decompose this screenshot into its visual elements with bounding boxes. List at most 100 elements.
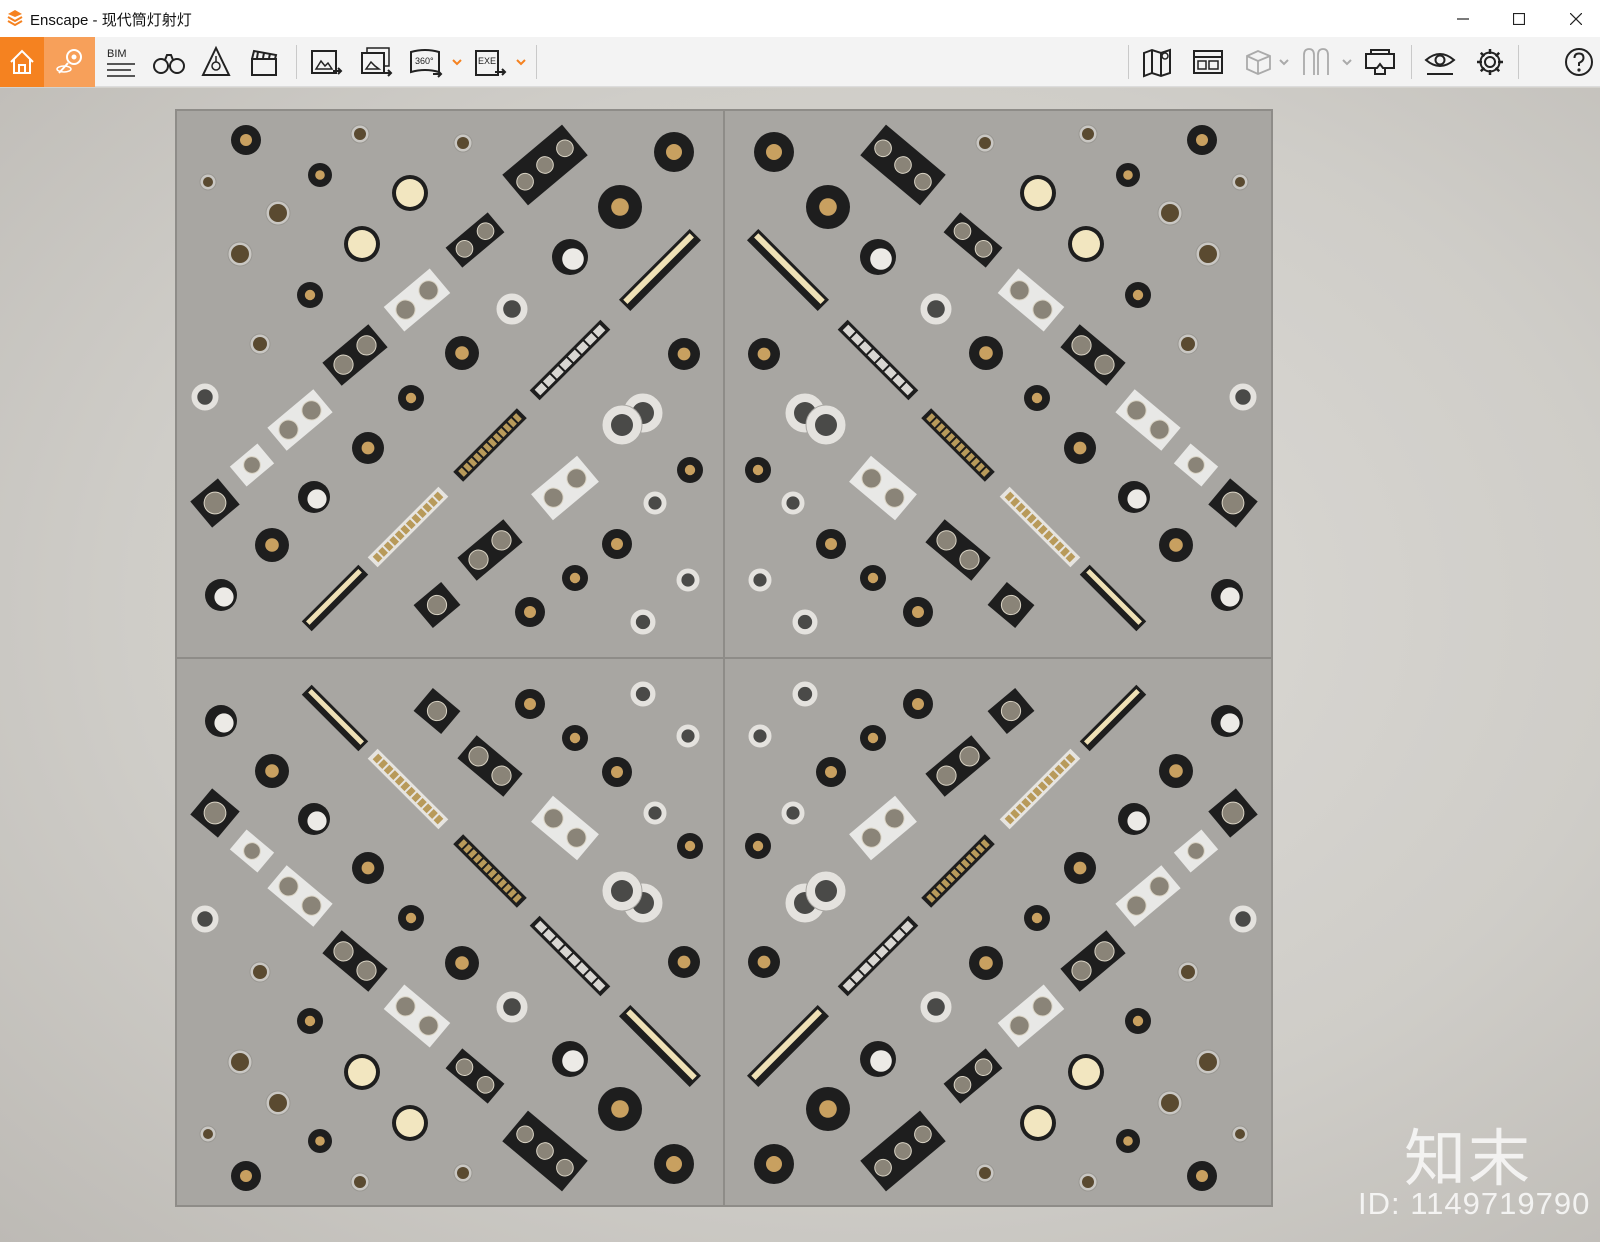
gear-icon: [1477, 49, 1503, 75]
vr-headset-button[interactable]: [1360, 37, 1400, 87]
eye-icon: [1424, 53, 1456, 75]
clapperboard-icon: [251, 49, 278, 76]
toolbar-separator: [1411, 45, 1412, 79]
binoculars-button[interactable]: [149, 37, 189, 87]
downlight-lens: [315, 170, 325, 180]
bim-icon: BIM: [107, 48, 135, 77]
downlight-lens: [867, 572, 879, 584]
visual-settings-button[interactable]: [44, 37, 95, 87]
watermark-id: ID: 1149719790: [1358, 1186, 1591, 1221]
settings-button[interactable]: [1470, 37, 1510, 87]
maximize-button[interactable]: [1496, 0, 1542, 37]
ceiling-panel: [723, 657, 1273, 1207]
spotlight-lens: [1220, 713, 1240, 733]
downlight-lens: [752, 464, 764, 476]
spotlight-lens: [354, 1176, 366, 1188]
ceiling-light-scene: [175, 109, 1273, 1207]
export-dropdown-chevron-icon[interactable]: [515, 57, 527, 67]
spotlight-lens: [1235, 1129, 1245, 1139]
enscape-logo-icon: [7, 10, 23, 27]
asset-library-button[interactable]: [196, 37, 236, 87]
toolbar-separator: [1518, 45, 1519, 79]
window-title: Enscape - 现代筒灯射灯: [30, 12, 192, 29]
ceiling-panel: [723, 109, 1273, 659]
spotlight-lens: [1181, 965, 1195, 979]
downlight-lens: [786, 806, 800, 820]
map-button[interactable]: [1138, 37, 1178, 87]
spotlight-lens: [203, 1129, 213, 1139]
vr-headset-icon: [1365, 49, 1395, 75]
spotlight-lens: [979, 1167, 991, 1179]
downlight-lens: [753, 573, 767, 587]
downlight-lens: [766, 144, 782, 160]
downlight-lens: [819, 198, 837, 216]
spotlight-lens: [354, 128, 366, 140]
downlight-lens: [1072, 230, 1100, 258]
spotlight-lens: [269, 204, 287, 222]
section-dropdown-chevron-icon[interactable]: [1278, 57, 1290, 67]
downlight-lens: [611, 1100, 629, 1118]
home-button[interactable]: [0, 37, 44, 87]
help-button[interactable]: [1562, 37, 1596, 87]
spotlight-lens: [231, 1053, 249, 1071]
spotlight-lens: [870, 248, 892, 270]
downlight-lens: [677, 347, 691, 361]
spotlight-lens: [1161, 1094, 1179, 1112]
view-management-button[interactable]: [1188, 37, 1228, 87]
export-exe-button[interactable]: EXE: [470, 37, 510, 87]
downlight-lens: [1132, 289, 1144, 301]
visibility-button[interactable]: [1420, 37, 1460, 87]
panorama-button[interactable]: 360°: [406, 37, 446, 87]
spotlight-lens: [1127, 811, 1147, 831]
bim-button[interactable]: BIM: [100, 37, 140, 87]
downlight-lens: [635, 686, 651, 702]
spotlight-lens: [253, 337, 267, 351]
spotlight-lens: [1220, 587, 1240, 607]
spotlight-lens: [870, 1050, 892, 1072]
downlight-lens: [1132, 1015, 1144, 1027]
render-image-button[interactable]: [306, 37, 346, 87]
collab-dropdown-chevron-icon[interactable]: [1341, 57, 1353, 67]
downlight-lens: [752, 840, 764, 852]
downlight-lens: [503, 998, 521, 1016]
spotlight-lens: [307, 811, 327, 831]
minimize-icon: [1457, 17, 1469, 20]
downlight-lens: [815, 414, 837, 436]
downlight-lens: [1031, 912, 1043, 924]
downlight-lens: [648, 806, 662, 820]
batch-render-button[interactable]: [356, 37, 396, 87]
downlight-lens: [361, 861, 375, 875]
close-button[interactable]: [1553, 0, 1599, 37]
ceiling-panel: [175, 109, 725, 659]
downlight-lens: [304, 1015, 316, 1027]
section-button[interactable]: [1238, 37, 1278, 87]
collaboration-button[interactable]: [1296, 37, 1336, 87]
spotlight-lens: [457, 1167, 469, 1179]
render-viewport[interactable]: 知末 ID: 1149719790: [0, 88, 1600, 1242]
video-editor-button[interactable]: [244, 37, 284, 87]
home-icon: [10, 49, 34, 74]
downlight-lens: [912, 606, 924, 618]
binoculars-icon: [153, 54, 185, 74]
downlight-lens: [1123, 170, 1133, 180]
svg-text:360°: 360°: [415, 56, 434, 66]
downlight-lens: [979, 346, 993, 360]
downlight-lens: [1196, 1170, 1208, 1182]
downlight-lens: [361, 441, 375, 455]
help-icon: [1565, 48, 1593, 76]
panorama-dropdown-chevron-icon[interactable]: [451, 57, 463, 67]
toolbar-separator: [536, 45, 537, 79]
minimize-button[interactable]: [1440, 0, 1486, 37]
spotlight-lens: [562, 248, 584, 270]
downlight-lens: [635, 614, 651, 630]
downlight-lens: [677, 955, 691, 969]
downlight-lens: [611, 198, 629, 216]
spotlight-lens: [253, 965, 267, 979]
spotlight-lens: [214, 587, 234, 607]
panorama-icon: 360°: [410, 49, 443, 78]
spotlight-lens: [457, 137, 469, 149]
downlight-lens: [197, 389, 213, 405]
downlight-lens: [786, 496, 800, 510]
view-management-icon: [1193, 50, 1223, 74]
downlight-lens: [757, 955, 771, 969]
